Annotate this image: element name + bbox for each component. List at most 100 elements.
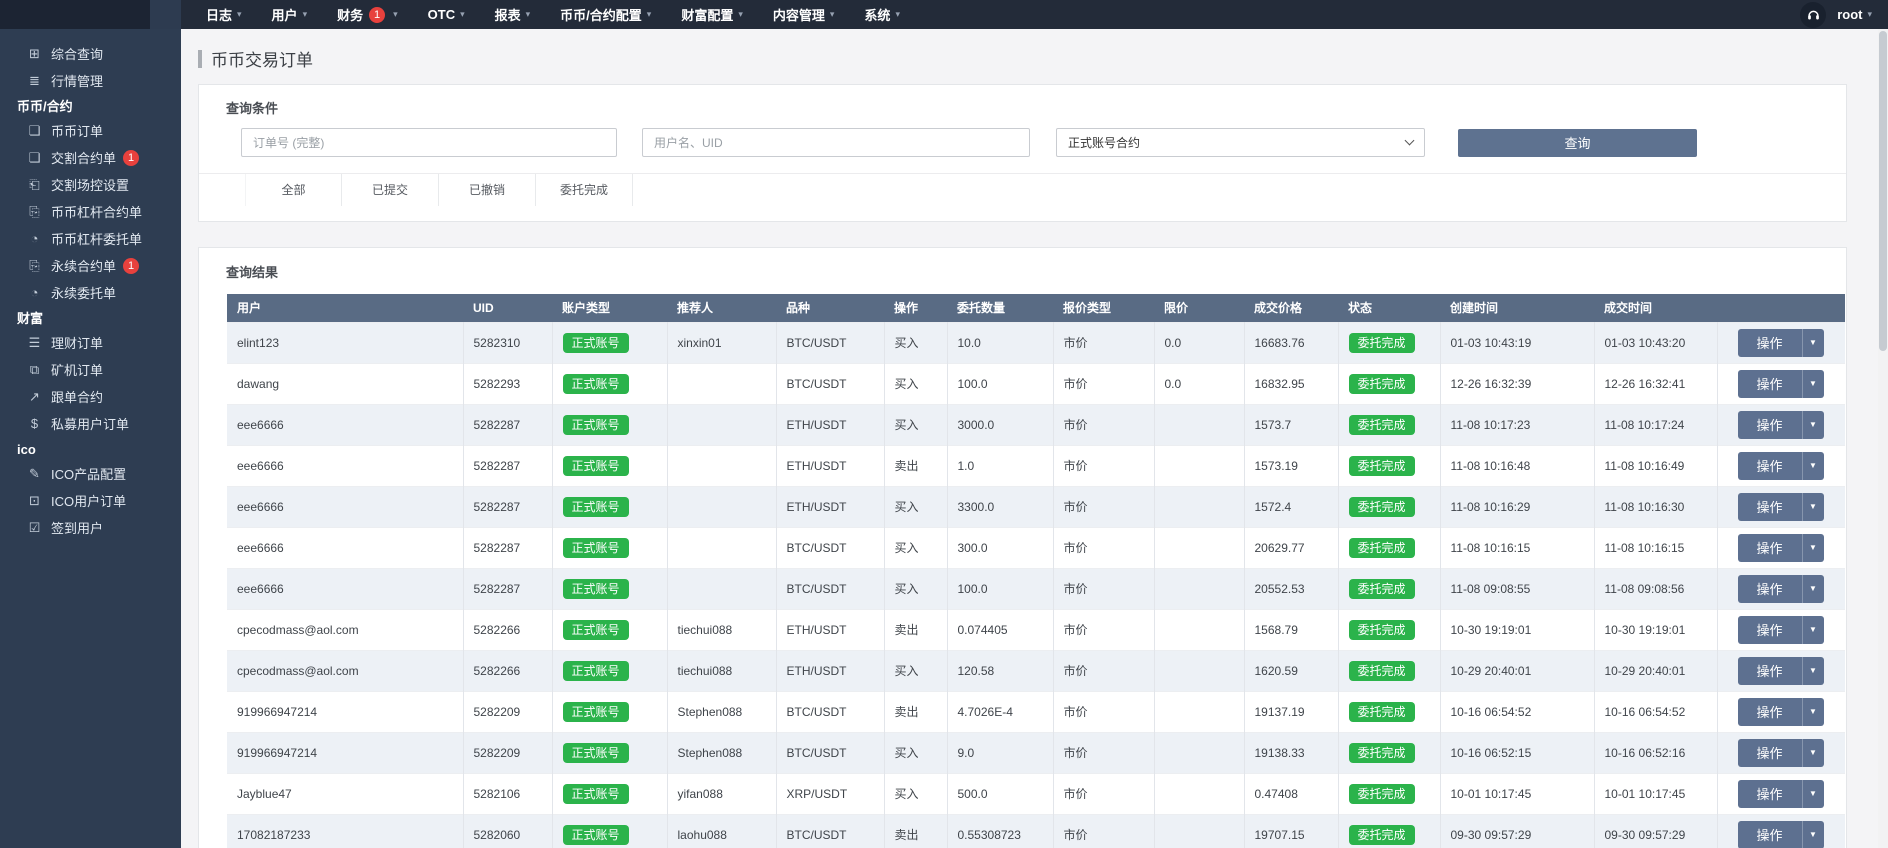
tab-all[interactable]: 全部 — [245, 174, 342, 206]
cell-created-at: 11-08 10:16:48 — [1440, 445, 1594, 486]
cell-actions: 操作▼ — [1717, 609, 1845, 650]
nav-item-content-management[interactable]: 内容管理▾ — [758, 0, 850, 29]
nav-item-coin-contract-config[interactable]: 币币/合约配置▾ — [545, 0, 666, 29]
action-dropdown-toggle[interactable]: ▼ — [1802, 575, 1824, 603]
sidebar-item-private-fund-orders[interactable]: $私募用户订单 — [0, 410, 181, 437]
search-button[interactable]: 查询 — [1458, 129, 1697, 157]
action-dropdown-toggle[interactable]: ▼ — [1802, 534, 1824, 562]
nav-item-users[interactable]: 用户▾ — [257, 0, 323, 29]
vertical-scrollbar[interactable] — [1878, 29, 1888, 848]
action-button-group: 操作▼ — [1738, 411, 1824, 439]
action-button[interactable]: 操作 — [1738, 411, 1802, 439]
order-number-input[interactable] — [241, 128, 617, 157]
action-button[interactable]: 操作 — [1738, 616, 1802, 644]
cell-referrer — [667, 445, 776, 486]
action-dropdown-toggle[interactable]: ▼ — [1802, 493, 1824, 521]
action-button[interactable]: 操作 — [1738, 575, 1802, 603]
username-uid-input[interactable] — [642, 128, 1030, 157]
action-dropdown-toggle[interactable]: ▼ — [1802, 698, 1824, 726]
action-dropdown-toggle[interactable]: ▼ — [1802, 780, 1824, 808]
cell-deal-price: 19707.15 — [1244, 814, 1338, 848]
cell-limit-price: 0.0 — [1154, 363, 1244, 404]
cell-user: 17082187233 — [227, 814, 463, 848]
sidebar-item-coin-leverage-entrust-orders[interactable]: ◔币币杠杆委托单 — [0, 225, 181, 252]
action-dropdown-toggle[interactable]: ▼ — [1802, 657, 1824, 685]
sidebar-item-overview-query[interactable]: ⊞综合查询 — [0, 40, 181, 67]
cell-referrer — [667, 404, 776, 445]
cell-created-at: 12-26 16:32:39 — [1440, 363, 1594, 404]
column-header-10: 成交价格 — [1244, 294, 1338, 322]
sidebar-section-ico-section: ico — [0, 437, 181, 460]
tab-submitted[interactable]: 已提交 — [342, 174, 439, 206]
risk-settings-icon: ⎗ — [26, 177, 43, 193]
sidebar-item-signin-users[interactable]: ☑签到用户 — [0, 514, 181, 541]
action-button[interactable]: 操作 — [1738, 821, 1802, 848]
status-badge: 委托完成 — [1349, 374, 1415, 394]
cell-side: 买入 — [884, 732, 947, 773]
sidebar-item-delivery-risk-settings[interactable]: ⎗交割场控设置 — [0, 171, 181, 198]
nav-item-wealth-config[interactable]: 财富配置▾ — [666, 0, 758, 29]
tab-entrust-completed[interactable]: 委托完成 — [536, 174, 633, 206]
cell-user: cpecodmass@aol.com — [227, 609, 463, 650]
cell-amount: 300.0 — [947, 527, 1053, 568]
action-button[interactable]: 操作 — [1738, 452, 1802, 480]
account-type-badge: 正式账号 — [563, 784, 629, 804]
cell-deal-price: 16832.95 — [1244, 363, 1338, 404]
chevron-down-icon: ▾ — [393, 9, 398, 20]
sidebar-item-miner-orders[interactable]: ⧉矿机订单 — [0, 356, 181, 383]
sidebar-item-finance-orders[interactable]: ☰理财订单 — [0, 329, 181, 356]
support-avatar[interactable] — [1800, 2, 1826, 28]
dollar-icon: $ — [26, 416, 43, 431]
nav-item-otc[interactable]: OTC▾ — [413, 0, 480, 29]
sidebar-item-perpetual-entrust-orders[interactable]: ◔永续委托单 — [0, 279, 181, 306]
user-menu[interactable]: root ▾ — [1837, 7, 1872, 22]
nav-item-logs[interactable]: 日志▾ — [191, 0, 257, 29]
chevron-down-icon: ▾ — [1867, 9, 1872, 20]
action-button[interactable]: 操作 — [1738, 698, 1802, 726]
entrust-icon: ◔ — [26, 285, 43, 300]
sidebar-item-coin-leverage-contract-orders[interactable]: ⎘币币杠杆合约单 — [0, 198, 181, 225]
action-dropdown-toggle[interactable]: ▼ — [1802, 370, 1824, 398]
account-type-badge: 正式账号 — [563, 497, 629, 517]
sidebar-item-perpetual-contract-orders[interactable]: ⎘永续合约单1 — [0, 252, 181, 279]
action-dropdown-toggle[interactable]: ▼ — [1802, 452, 1824, 480]
action-button[interactable]: 操作 — [1738, 739, 1802, 767]
sidebar-item-follow-contracts[interactable]: ↗跟单合约 — [0, 383, 181, 410]
status-badge: 委托完成 — [1349, 456, 1415, 476]
action-dropdown-toggle[interactable]: ▼ — [1802, 329, 1824, 357]
column-header-3: 账户类型 — [552, 294, 667, 322]
action-button[interactable]: 操作 — [1738, 370, 1802, 398]
cell-side: 买入 — [884, 527, 947, 568]
cell-actions: 操作▼ — [1717, 527, 1845, 568]
nav-item-reports[interactable]: 报表▾ — [480, 0, 546, 29]
sidebar-item-ico-user-orders[interactable]: ⊡ICO用户订单 — [0, 487, 181, 514]
sidebar-item-delivery-contract-orders[interactable]: ❏交割合约单1 — [0, 144, 181, 171]
sidebar-toggle[interactable] — [150, 0, 181, 29]
sidebar-item-coin-orders[interactable]: ❏币币订单 — [0, 117, 181, 144]
action-button[interactable]: 操作 — [1738, 329, 1802, 357]
cell-user: 919966947214 — [227, 732, 463, 773]
cell-amount: 4.7026E-4 — [947, 691, 1053, 732]
cell-quote-type: 市价 — [1053, 650, 1154, 691]
cell-symbol: BTC/USDT — [776, 732, 884, 773]
sidebar-item-ico-product-config[interactable]: ✎ICO产品配置 — [0, 460, 181, 487]
top-navbar: 日志▾用户▾财务1▾OTC▾报表▾币币/合约配置▾财富配置▾内容管理▾系统▾ r… — [0, 0, 1888, 29]
tab-cancelled[interactable]: 已撤销 — [439, 174, 536, 206]
action-button[interactable]: 操作 — [1738, 534, 1802, 562]
action-dropdown-toggle[interactable]: ▼ — [1802, 739, 1824, 767]
order-icon: ❏ — [26, 123, 43, 139]
action-button[interactable]: 操作 — [1738, 657, 1802, 685]
action-dropdown-toggle[interactable]: ▼ — [1802, 616, 1824, 644]
nav-item-finance[interactable]: 财务1▾ — [322, 0, 413, 29]
sidebar-item-market-management[interactable]: ≣行情管理 — [0, 67, 181, 94]
navbar-menu: 日志▾用户▾财务1▾OTC▾报表▾币币/合约配置▾财富配置▾内容管理▾系统▾ — [191, 0, 915, 29]
action-button[interactable]: 操作 — [1738, 493, 1802, 521]
account-type-select[interactable]: 正式账号合约 — [1056, 128, 1425, 157]
scrollbar-thumb[interactable] — [1879, 31, 1887, 351]
action-button[interactable]: 操作 — [1738, 780, 1802, 808]
action-dropdown-toggle[interactable]: ▼ — [1802, 821, 1824, 848]
nav-item-system[interactable]: 系统▾ — [849, 0, 915, 29]
cell-uid: 5282266 — [463, 650, 552, 691]
cell-created-at: 11-08 09:08:55 — [1440, 568, 1594, 609]
action-dropdown-toggle[interactable]: ▼ — [1802, 411, 1824, 439]
